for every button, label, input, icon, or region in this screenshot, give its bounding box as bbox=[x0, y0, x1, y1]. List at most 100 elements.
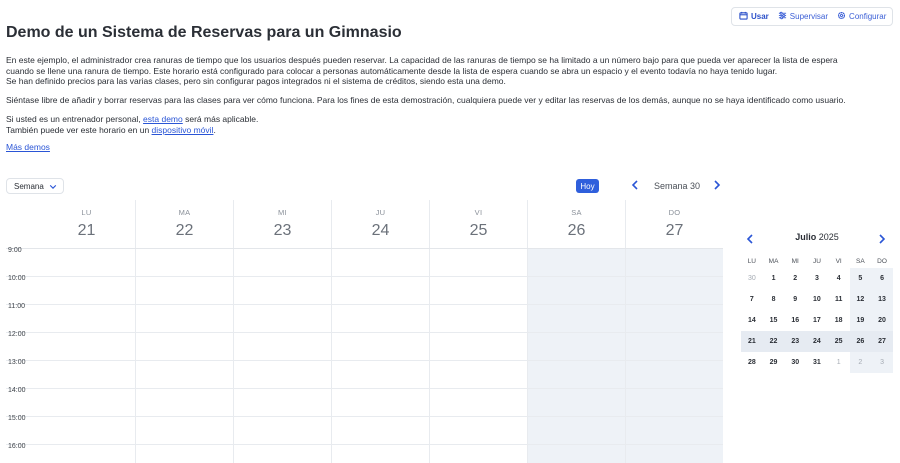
trainer-demo-link[interactable]: esta demo bbox=[143, 114, 183, 124]
mini-day[interactable]: 9 bbox=[784, 289, 806, 310]
tab-usar[interactable]: Usar bbox=[736, 9, 772, 24]
next-week-button[interactable] bbox=[712, 180, 722, 192]
mini-day[interactable]: 13 bbox=[871, 289, 893, 310]
mini-day[interactable]: 15 bbox=[763, 310, 785, 331]
day-date[interactable]: 25 bbox=[430, 222, 527, 240]
mini-day[interactable]: 18 bbox=[828, 310, 850, 331]
mini-day[interactable]: 3 bbox=[871, 352, 893, 373]
time-label: 10:00 bbox=[8, 275, 26, 282]
mini-day[interactable]: 25 bbox=[828, 331, 850, 352]
mobile-device-link[interactable]: dispositivo móvil bbox=[152, 125, 214, 135]
gear-icon bbox=[837, 11, 846, 22]
mini-day[interactable]: 8 bbox=[763, 289, 785, 310]
day-column[interactable] bbox=[136, 248, 234, 463]
mini-day[interactable]: 1 bbox=[828, 352, 850, 373]
mini-day[interactable]: 19 bbox=[849, 310, 872, 331]
day-date[interactable]: 22 bbox=[136, 222, 233, 240]
week-calendar: LU 21 MA 22 MI 23 JU 24 VI 25 SA 26 DO 27 9:00 10:00 11:… bbox=[6, 200, 723, 463]
time-label: 14:00 bbox=[8, 387, 26, 394]
day-column[interactable] bbox=[234, 248, 332, 463]
time-label: 13:00 bbox=[8, 359, 26, 366]
mini-day[interactable]: 5 bbox=[849, 268, 872, 289]
mini-day[interactable]: 17 bbox=[806, 310, 828, 331]
intro-text-span: Si usted es un entrenador personal, bbox=[6, 114, 144, 125]
day-header: SA 26 bbox=[528, 200, 626, 248]
hour-gridline bbox=[6, 304, 723, 305]
mini-day[interactable]: 22 bbox=[763, 331, 785, 352]
mini-day[interactable]: 2 bbox=[849, 352, 872, 373]
time-label: 15:00 bbox=[8, 415, 26, 422]
hour-gridline bbox=[6, 276, 723, 277]
intro-line: cuando se llene una ranura de tiempo. Es… bbox=[6, 65, 778, 76]
intro-text-span: . bbox=[213, 124, 216, 135]
mini-day[interactable]: 21 bbox=[741, 331, 763, 352]
mini-day[interactable]: 11 bbox=[828, 289, 850, 310]
time-label: 9:00 bbox=[8, 247, 22, 254]
day-name: MI bbox=[278, 208, 287, 217]
day-header: LU 21 bbox=[38, 200, 136, 248]
mini-day[interactable]: 1 bbox=[763, 268, 785, 289]
mini-day[interactable]: 2 bbox=[784, 268, 806, 289]
day-date[interactable]: 24 bbox=[332, 222, 429, 240]
sliders-icon bbox=[778, 11, 787, 22]
day-header: JU 24 bbox=[332, 200, 430, 248]
day-name: MA bbox=[178, 208, 191, 217]
mini-day[interactable]: 3 bbox=[806, 268, 828, 289]
mini-day[interactable]: 30 bbox=[784, 352, 806, 373]
mini-weekday: VI bbox=[835, 258, 842, 265]
mini-day[interactable]: 26 bbox=[850, 331, 872, 352]
mini-day[interactable]: 24 bbox=[806, 331, 828, 352]
day-header: MI 23 bbox=[234, 200, 332, 248]
mini-day[interactable]: 4 bbox=[828, 268, 850, 289]
mini-day[interactable]: 14 bbox=[741, 310, 763, 331]
mini-calendar-title: Julio 2025 bbox=[741, 232, 893, 242]
day-date[interactable]: 21 bbox=[38, 222, 135, 240]
mini-day[interactable]: 12 bbox=[849, 289, 872, 310]
day-column[interactable] bbox=[626, 248, 723, 463]
hour-gridline bbox=[6, 416, 723, 417]
mini-day[interactable]: 16 bbox=[784, 310, 806, 331]
day-header: MA 22 bbox=[136, 200, 234, 248]
day-name: SA bbox=[571, 208, 582, 217]
mini-day[interactable]: 10 bbox=[806, 289, 828, 310]
day-column[interactable] bbox=[528, 248, 626, 463]
tab-supervisar[interactable]: Supervisar bbox=[775, 9, 831, 24]
mini-year: 2025 bbox=[818, 232, 839, 242]
hour-gridline bbox=[6, 360, 723, 361]
tab-label: Usar bbox=[751, 12, 769, 21]
intro-text-span: También puede ver este horario en un bbox=[6, 124, 152, 135]
mini-day[interactable]: 23 bbox=[784, 331, 806, 352]
hour-gridline bbox=[6, 388, 723, 389]
mini-day[interactable]: 7 bbox=[741, 289, 763, 310]
mini-day[interactable]: 20 bbox=[871, 310, 893, 331]
mini-day[interactable]: 30 bbox=[741, 268, 763, 289]
chevron-left-icon bbox=[631, 177, 639, 195]
today-button[interactable]: Hoy bbox=[576, 179, 599, 193]
time-label: 11:00 bbox=[8, 303, 25, 310]
next-month-button[interactable] bbox=[878, 231, 888, 244]
view-select[interactable]: Semana bbox=[6, 178, 64, 194]
day-date[interactable]: 27 bbox=[626, 222, 723, 240]
more-demos-link[interactable]: Más demos bbox=[6, 142, 50, 152]
mini-day[interactable]: 31 bbox=[806, 352, 828, 373]
view-select-value: Semana bbox=[14, 181, 44, 191]
prev-week-button[interactable] bbox=[630, 180, 640, 192]
tab-configurar[interactable]: Configurar bbox=[834, 9, 889, 24]
day-column[interactable] bbox=[332, 248, 430, 463]
hour-gridline bbox=[6, 248, 723, 249]
day-name: LU bbox=[81, 208, 92, 217]
intro-paragraph: Siéntase libre de añadir y borrar reserv… bbox=[6, 95, 846, 106]
day-column[interactable] bbox=[430, 248, 528, 463]
mini-day[interactable]: 29 bbox=[763, 352, 785, 373]
chevron-right-icon bbox=[878, 231, 886, 248]
day-column[interactable] bbox=[38, 248, 136, 463]
day-date[interactable]: 26 bbox=[528, 222, 625, 240]
intro-text-span: será más aplicable. bbox=[182, 114, 259, 125]
mini-day[interactable]: 28 bbox=[741, 352, 763, 373]
tab-label: Configurar bbox=[849, 12, 887, 21]
intro-paragraph: En este ejemplo, el administrador crea r… bbox=[6, 55, 894, 87]
mini-day[interactable]: 27 bbox=[871, 331, 893, 352]
day-date[interactable]: 23 bbox=[234, 222, 331, 240]
mini-day[interactable]: 6 bbox=[871, 268, 893, 289]
view-tabs: Usar Supervisar Configurar bbox=[731, 7, 893, 26]
